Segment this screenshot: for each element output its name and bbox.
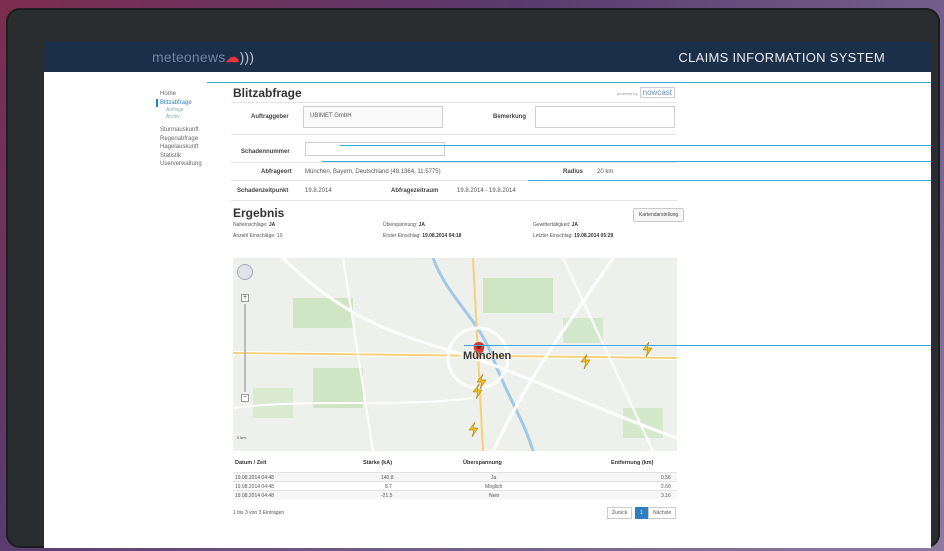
map-city-label: München	[463, 350, 512, 362]
auftraggeber-value: UBIMET GmbH	[310, 113, 352, 119]
pan-control[interactable]	[237, 264, 253, 280]
callout-line	[322, 161, 931, 162]
radius-value: 20 km	[597, 169, 614, 175]
auftraggeber-field[interactable]: UBIMET GmbH	[303, 106, 443, 128]
brand-logo[interactable]: meteonews☁)))	[152, 49, 254, 66]
map-graphic	[233, 258, 677, 451]
sidebar-item-statistik[interactable]: Statistik	[160, 152, 235, 161]
schadennummer-label: Schadennummer	[241, 149, 290, 155]
col-header-staerke[interactable]: Stärke (kA)	[363, 460, 392, 466]
summary-naheinschlaege: Naheinschläge: JA	[233, 222, 276, 228]
callout-line	[464, 345, 931, 346]
radius-label: Radius	[563, 169, 584, 175]
callout-line	[207, 82, 931, 83]
callout-line	[528, 180, 931, 181]
table-info: 1 bis 3 von 3 Einträgen	[233, 510, 285, 516]
system-title: CLAIMS INFORMATION SYSTEM	[678, 50, 885, 65]
abfrageort-label: Abfrageort	[261, 169, 292, 175]
abfrageort-value: München, Bayern, Deutschland (48.1364, 1…	[305, 169, 441, 175]
summary-ueberspannung: Überspannung: JA	[383, 222, 425, 228]
sidebar-nav: Home Blitzabfrage Anfrage Archiv Sturmau…	[156, 90, 235, 169]
table-row: 19.08.2014 04:48 8.7 Möglich 2.60	[233, 481, 677, 490]
sidebar-item-home[interactable]: Home	[160, 90, 235, 99]
sidebar-item-sturmauskunft[interactable]: Sturmauskunft	[160, 126, 235, 135]
cloud-icon: ☁	[225, 49, 240, 65]
divider	[231, 134, 677, 135]
zoom-in-button[interactable]: +	[241, 294, 249, 302]
summary-letzter: Letzter Einschlag: 19.08.2014 05:29	[533, 233, 614, 239]
zoom-slider[interactable]	[244, 304, 246, 392]
device-frame: meteonews☁))) CLAIMS INFORMATION SYSTEM …	[6, 8, 940, 548]
pagination-page-1[interactable]: 1	[635, 507, 648, 519]
top-bar: meteonews☁))) CLAIMS INFORMATION SYSTEM	[44, 42, 931, 72]
abfragezeitraum-value: 19.8.2014 - 19.8.2014	[457, 188, 516, 194]
col-header-datum[interactable]: Datum / Zeit	[235, 460, 266, 466]
bemerkung-label: Bemerkung	[493, 114, 527, 120]
powered-by: powered by nowcast	[616, 87, 677, 98]
sidebar-item-hagelauskunft[interactable]: Hagelauskunft	[160, 143, 235, 152]
summary-anzahl: Anzahl Einschläge: 10	[233, 233, 283, 239]
abfragezeitraum-label: Abfragezeitraum	[391, 188, 439, 194]
map-view-button[interactable]: Kartendarstellung	[633, 208, 685, 222]
schadenzeitpunkt-label: Schadenzeitpunkt	[237, 188, 289, 194]
callout-line	[340, 145, 931, 146]
divider	[231, 162, 677, 163]
sidebar-item-userverwaltung[interactable]: Userverwaltung	[160, 160, 235, 169]
main-content: Blitzabfrage powered by nowcast Auftragge…	[231, 86, 685, 239]
divider	[231, 102, 677, 103]
result-title: Ergebnis	[233, 206, 285, 220]
sidebar-item-regenabfrage[interactable]: Regenabfrage	[160, 135, 235, 144]
bemerkung-field[interactable]	[535, 106, 675, 128]
schadenzeitpunkt-value: 19.8.2014	[305, 188, 332, 194]
map-controls: + −	[237, 264, 253, 402]
summary-erster: Erster Einschlag: 19.08.2014 04:18	[383, 233, 462, 239]
page-title: Blitzabfrage	[233, 86, 302, 100]
brand-name: meteonews	[152, 49, 226, 65]
sidebar-item-blitzabfrage[interactable]: Blitzabfrage	[156, 98, 235, 107]
lightning-icon	[468, 421, 479, 438]
map-scale: 2 km	[237, 435, 246, 440]
col-header-ueberspannung[interactable]: Überspannung	[463, 460, 502, 466]
nowcast-logo: nowcast	[639, 87, 675, 98]
screen: meteonews☁))) CLAIMS INFORMATION SYSTEM …	[44, 42, 931, 548]
summary-gewitter: Gewittertätigkeit: JA	[533, 222, 579, 228]
pagination-prev[interactable]: Zurück	[607, 507, 633, 519]
pagination-next[interactable]: Nächste	[648, 507, 677, 519]
divider	[231, 200, 677, 201]
signal-icon: )))	[239, 49, 255, 65]
map-view[interactable]: + − München 2 km	[233, 258, 677, 451]
powered-by-label: powered by	[616, 91, 638, 96]
table-row: 19.08.2014 04:48 -21.5 Nein 3.16	[233, 490, 677, 499]
col-header-entfernung[interactable]: Entfernung (km)	[611, 460, 653, 466]
table-row: 19.08.2014 04:48 140.8 Ja 0.56	[233, 472, 677, 481]
zoom-out-button[interactable]: −	[241, 394, 249, 402]
auftraggeber-label: Auftraggeber	[251, 114, 289, 120]
